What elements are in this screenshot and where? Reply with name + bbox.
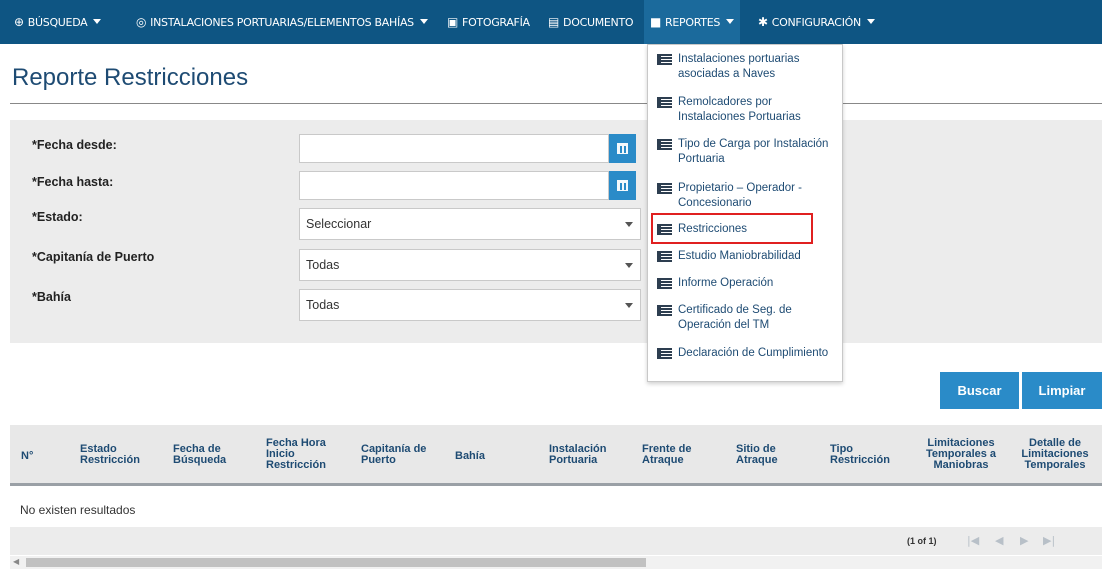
capitania-select-value: Todas <box>306 258 340 272</box>
column-header[interactable]: Fecha Hora Inicio Restricción <box>266 438 336 471</box>
buscar-button[interactable]: Buscar <box>940 372 1019 409</box>
menu-item-label: Tipo de Carga por Instalación Portuaria <box>678 138 829 165</box>
report-list-icon <box>657 139 672 150</box>
column-header[interactable]: Detalle de Limitaciones Temporales <box>1012 438 1098 471</box>
menu-item-remolcadores[interactable]: Remolcadores por Instalaciones Portuaria… <box>656 95 838 125</box>
column-header[interactable]: Tipo Restricción <box>830 444 900 466</box>
report-list-icon <box>657 305 672 316</box>
nav-instalaciones[interactable]: ◎ INSTALACIONES PORTUARIAS/ELEMENTOS BAH… <box>136 0 428 44</box>
report-list-icon <box>657 251 672 262</box>
menu-item-label: Informe Operación <box>678 277 774 289</box>
menu-item-label: Remolcadores por Instalaciones Portuaria… <box>678 96 801 123</box>
nav-fotografia[interactable]: ▣ FOTOGRAFÍA <box>447 0 530 44</box>
estado-select[interactable]: Seleccionar <box>299 208 641 240</box>
estado-select-value: Seleccionar <box>306 217 372 231</box>
menu-item-declaracion[interactable]: Declaración de Cumplimiento <box>656 346 838 361</box>
fecha-hasta-calendar-button[interactable] <box>609 171 636 200</box>
menu-item-propietario[interactable]: Propietario – Operador - Concesionario <box>656 181 838 211</box>
menu-item-informe[interactable]: Informe Operación <box>656 276 838 291</box>
document-icon: ▤ <box>548 15 560 29</box>
nav-reportes[interactable]: ■ REPORTES <box>644 0 741 44</box>
report-list-icon <box>657 348 672 359</box>
nav-instalaciones-label: INSTALACIONES PORTUARIAS/ELEMENTOS BAHÍA… <box>150 15 414 29</box>
image-icon: ▣ <box>447 15 459 29</box>
column-header[interactable]: Frente de Atraque <box>642 444 700 466</box>
calendar-icon <box>617 180 628 191</box>
scrollbar-thumb[interactable] <box>26 558 646 567</box>
scroll-left-icon[interactable]: ◀ <box>13 557 19 566</box>
nav-documento[interactable]: ▤ DOCUMENTO <box>548 0 634 44</box>
chevron-down-icon <box>625 263 633 268</box>
chevron-down-icon <box>93 18 102 24</box>
nav-busqueda-label: BÚSQUEDA <box>27 15 88 29</box>
first-page-icon[interactable]: |◀ <box>967 535 979 546</box>
menu-item-instalaciones-naves[interactable]: Instalaciones portuarias asociadas a Nav… <box>656 52 838 82</box>
fecha-hasta-label: *Fecha hasta: <box>32 175 114 189</box>
column-header[interactable]: Instalación Portuaria <box>549 444 619 466</box>
last-page-icon[interactable]: ▶| <box>1043 535 1055 546</box>
fecha-desde-calendar-button[interactable] <box>609 134 636 163</box>
fecha-hasta-input[interactable] <box>299 171 609 200</box>
column-header[interactable]: Capitanía de Puerto <box>361 444 436 466</box>
column-header[interactable]: Sitio de Atraque <box>736 444 786 466</box>
column-header[interactable]: Estado Restricción <box>80 444 150 466</box>
title-divider <box>10 103 1102 104</box>
nav-configuracion-label: CONFIGURACIÓN <box>771 15 861 29</box>
bahia-label: *Bahía <box>32 290 71 304</box>
nav-reportes-label: REPORTES <box>665 15 721 29</box>
chevron-down-icon <box>419 18 428 24</box>
lifebuoy-icon: ◎ <box>136 15 147 29</box>
menu-item-label: Certificado de Seg. de Operación del TM <box>678 304 792 331</box>
capitania-label: *Capitanía de Puerto <box>32 250 155 264</box>
menu-item-label: Instalaciones portuarias asociadas a Nav… <box>678 53 800 80</box>
fecha-desde-label: *Fecha desde: <box>32 138 117 152</box>
calendar-icon <box>617 143 628 154</box>
column-header[interactable]: Fecha de Búsqueda <box>173 444 235 466</box>
fecha-desde-input[interactable] <box>299 134 609 163</box>
column-header[interactable]: Limitaciones Temporales a Maniobras <box>921 438 1001 471</box>
prev-page-icon[interactable]: ◀ <box>995 535 1003 546</box>
estado-label: *Estado: <box>32 210 83 224</box>
selected-menu-highlight <box>651 213 813 244</box>
menu-item-label: Propietario – Operador - Concesionario <box>678 182 803 209</box>
nav-documento-label: DOCUMENTO <box>563 15 634 29</box>
nav-configuracion[interactable]: ✱ CONFIGURACIÓN <box>758 0 875 44</box>
bahia-select[interactable]: Todas <box>299 289 641 321</box>
limpiar-button[interactable]: Limpiar <box>1022 372 1102 409</box>
horizontal-scrollbar[interactable]: ◀ <box>10 556 1102 569</box>
next-page-icon[interactable]: ▶ <box>1020 535 1028 546</box>
report-list-icon <box>657 183 672 194</box>
page-indicator: (1 of 1) <box>907 536 937 546</box>
bahia-select-value: Todas <box>306 298 340 312</box>
chevron-down-icon <box>625 303 633 308</box>
chevron-down-icon <box>625 222 633 227</box>
menu-item-label: Declaración de Cumplimiento <box>678 347 829 359</box>
report-list-icon <box>657 278 672 289</box>
report-list-icon <box>657 54 672 65</box>
chevron-down-icon <box>866 18 875 24</box>
column-header[interactable]: N° <box>21 451 33 462</box>
search-icon: ⊕ <box>14 15 24 29</box>
menu-item-label: Estudio Maniobrabilidad <box>678 250 801 262</box>
chevron-down-icon <box>726 18 735 24</box>
top-navbar: ⊕ BÚSQUEDA ◎ INSTALACIONES PORTUARIAS/EL… <box>0 0 1102 44</box>
empty-results-message: No existen resultados <box>20 503 136 517</box>
nav-fotografia-label: FOTOGRAFÍA <box>462 15 530 29</box>
report-list-icon <box>657 97 672 108</box>
gear-icon: ✱ <box>758 15 768 29</box>
menu-item-certificado[interactable]: Certificado de Seg. de Operación del TM <box>656 303 838 333</box>
nav-busqueda[interactable]: ⊕ BÚSQUEDA <box>14 0 102 44</box>
page-title: Reporte Restricciones <box>12 64 249 91</box>
paginator: (1 of 1) |◀ ◀ ▶ ▶| <box>10 527 1102 555</box>
menu-item-estudio[interactable]: Estudio Maniobrabilidad <box>656 249 838 264</box>
report-icon: ■ <box>650 15 662 29</box>
capitania-select[interactable]: Todas <box>299 249 641 281</box>
menu-item-tipo-carga[interactable]: Tipo de Carga por Instalación Portuaria <box>656 137 838 167</box>
column-header[interactable]: Bahía <box>455 451 485 462</box>
